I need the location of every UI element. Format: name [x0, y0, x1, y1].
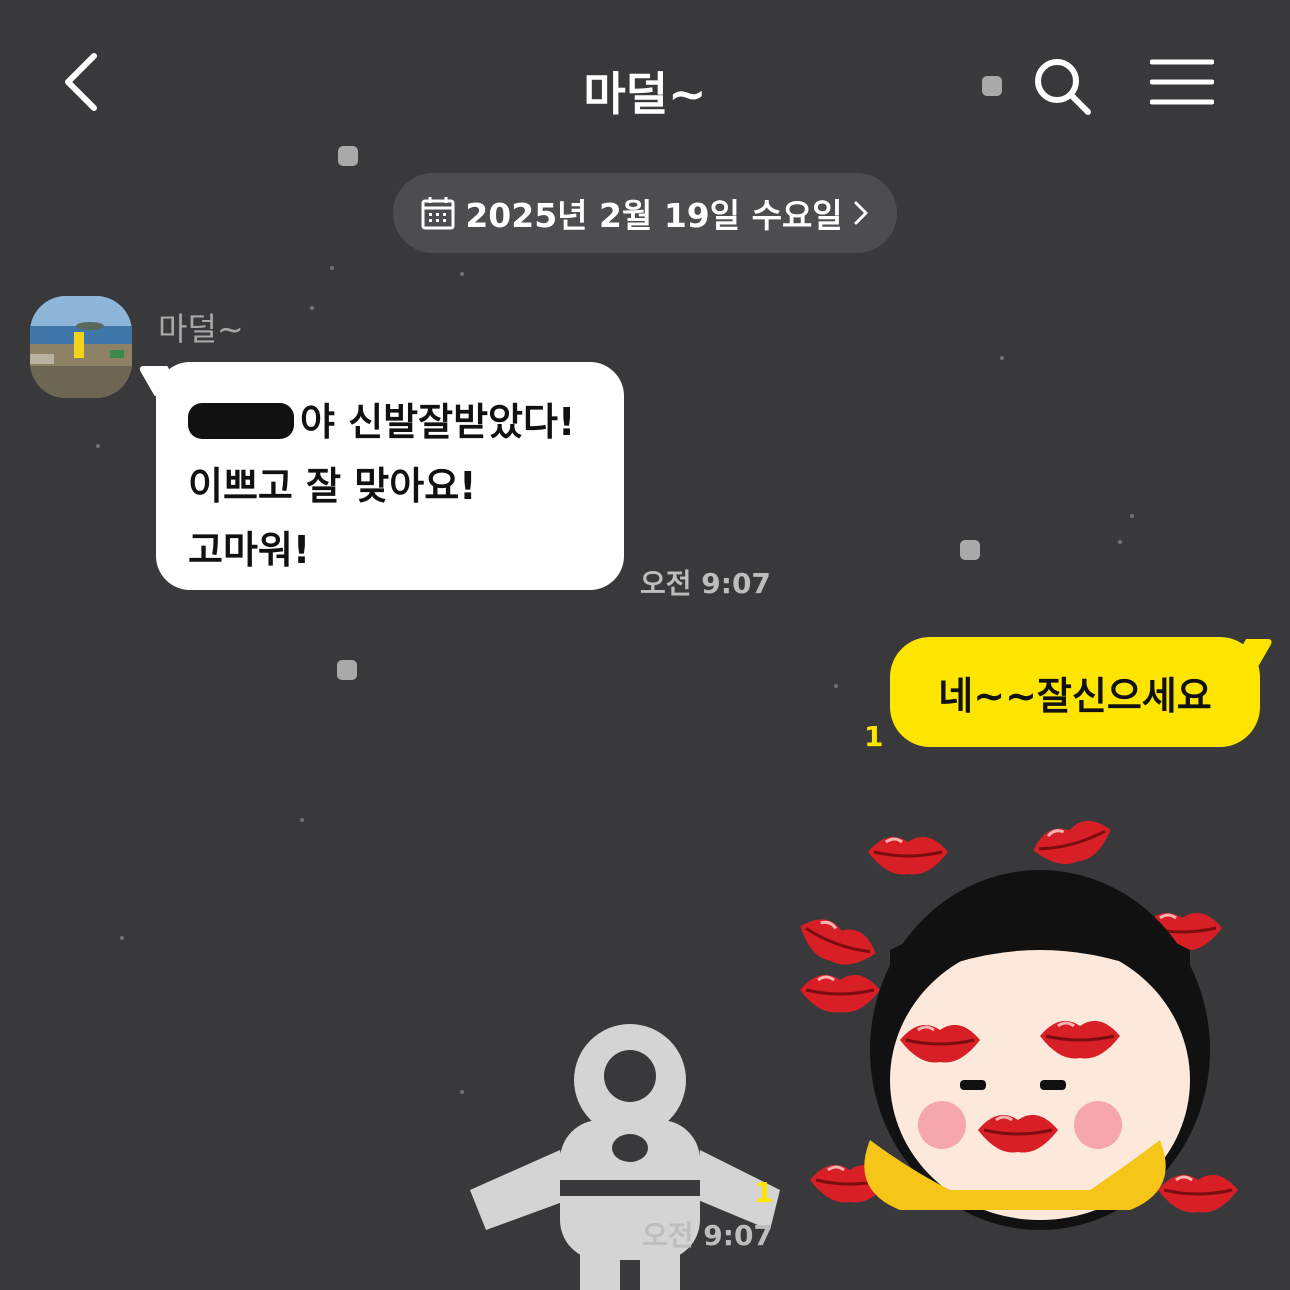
message-line: 고마워! [188, 528, 311, 572]
search-button[interactable] [1030, 54, 1094, 118]
avatar[interactable] [30, 296, 132, 398]
chevron-right-icon [854, 201, 868, 225]
message-line: 야 신발잘받았다! [188, 390, 624, 454]
date-divider[interactable]: 2025년 2월 19일 수요일 [393, 173, 897, 253]
menu-icon [1149, 59, 1215, 105]
message-time: 오전 9:07 [640, 567, 771, 600]
date-label: 2025년 2월 19일 수요일 [465, 196, 843, 235]
chat-screen: 마덜~ 2025년 2월 19일 수요일 마덜~ 야 신발잘받았다! 이쁘고 잘… [0, 0, 1290, 1290]
chat-header: 마덜~ [0, 0, 1290, 160]
outgoing-message-bubble[interactable]: 네~~잘신으세요 [890, 637, 1275, 747]
message-line: 이쁘고 잘 맞아요! [188, 464, 477, 508]
unread-count: 1 [754, 1176, 774, 1209]
message-time: 오전 9:07 [642, 1219, 773, 1252]
chat-title: 마덜~ [583, 67, 707, 121]
calendar-icon [421, 197, 455, 230]
search-icon [1035, 59, 1091, 115]
unread-count: 1 [864, 720, 884, 753]
menu-button[interactable] [1149, 56, 1215, 112]
emoticon-sticker[interactable] [790, 790, 1240, 1230]
message-text: 네~~잘신으세요 [938, 673, 1212, 718]
incoming-message-bubble[interactable]: 야 신발잘받았다! 이쁘고 잘 맞아요! 고마워! [137, 362, 624, 590]
redacted-name [188, 403, 294, 439]
sender-name: 마덜~ [158, 310, 244, 348]
